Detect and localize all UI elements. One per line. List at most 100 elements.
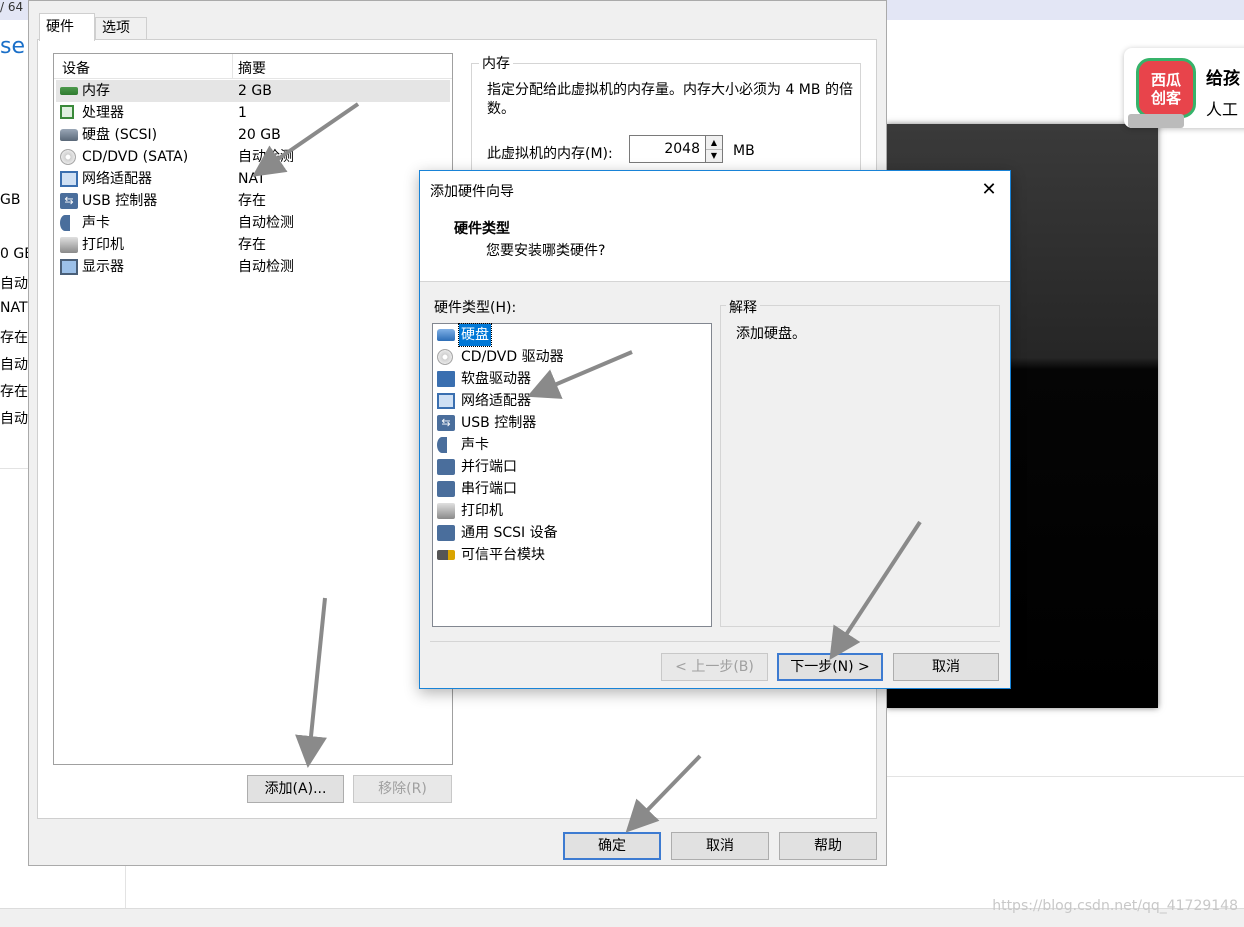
device-row-processor[interactable]: 处理器 1: [56, 102, 450, 124]
wizard-title-bar[interactable]: 添加硬件向导 ✕: [420, 171, 1010, 209]
tab-hardware[interactable]: 硬件: [39, 13, 95, 41]
hardware-type-label: 硬件类型(H):: [434, 300, 517, 316]
device-row-display[interactable]: 显示器 自动检测: [56, 256, 450, 278]
hardware-type-list[interactable]: 硬盘 CD/DVD 驱动器 软盘驱动器 网络适配器 ⇆ USB 控制器 声卡 并…: [432, 323, 712, 627]
cd-dvd-icon: [437, 349, 453, 365]
device-row-usb[interactable]: ⇆ USB 控制器 存在: [56, 190, 450, 212]
explanation-text: 添加硬盘。: [736, 326, 806, 342]
printer-icon: [437, 503, 455, 519]
hardware-type-label: 网络适配器: [461, 393, 531, 409]
device-summary: 自动检测: [238, 149, 294, 165]
background-left-text: NAT: [0, 300, 28, 316]
ok-button[interactable]: 确定: [563, 832, 661, 860]
device-list-header: 设备 摘要: [54, 54, 452, 79]
device-summary: 自动检测: [238, 215, 294, 231]
promo-tag: [1128, 114, 1184, 128]
device-name: 硬盘 (SCSI): [82, 127, 158, 143]
background-left-text: 存在: [0, 384, 28, 400]
memory-stepper[interactable]: ▲ ▼: [705, 135, 723, 163]
hardware-type-label: 通用 SCSI 设备: [461, 525, 558, 541]
remove-hardware-button[interactable]: 移除(R): [353, 775, 452, 803]
memory-group-title: 内存: [479, 53, 513, 73]
floppy-icon: [437, 371, 455, 387]
hardware-type-label: USB 控制器: [461, 415, 537, 431]
hardware-type-label: 声卡: [461, 437, 489, 453]
memory-input[interactable]: 2048: [629, 135, 707, 163]
hardware-type-label: 软盘驱动器: [461, 371, 531, 387]
column-separator[interactable]: [232, 54, 233, 78]
device-summary: 1: [238, 105, 247, 121]
tpm-icon: [437, 550, 455, 560]
processor-icon: [60, 105, 74, 119]
wizard-step-subtitle: 您要安装哪类硬件?: [486, 243, 606, 259]
device-row-memory[interactable]: 内存 2 GB: [56, 80, 450, 102]
hardware-type-label: 并行端口: [461, 459, 517, 475]
promo-title: 给孩: [1206, 69, 1240, 89]
cd-dvd-icon: [60, 149, 76, 165]
watermark: https://blog.csdn.net/qq_41729148: [992, 898, 1238, 914]
sound-card-icon: [60, 215, 70, 231]
promo-subtitle: 人工: [1206, 100, 1239, 119]
divider: [430, 641, 1000, 642]
memory-description: 指定分配给此虚拟机的内存量。内存大小必须为 4 MB 的倍数。: [487, 82, 853, 117]
device-name: 内存: [82, 83, 110, 99]
harddisk-icon: [437, 329, 455, 341]
network-adapter-icon: [60, 171, 78, 187]
hardware-type-label: 可信平台模块: [461, 547, 545, 563]
scsi-icon: [437, 525, 455, 541]
sound-card-icon: [437, 437, 447, 453]
device-summary: 20 GB: [238, 127, 281, 143]
device-list[interactable]: 设备 摘要 内存 2 GB 处理器 1 硬盘 (SCSI) 20 GB CD/D…: [53, 53, 453, 765]
divider: [0, 468, 28, 469]
device-summary: NAT: [238, 171, 266, 187]
next-button[interactable]: 下一步(N) >: [777, 653, 883, 681]
cancel-button[interactable]: 取消: [671, 832, 769, 860]
stepper-down-icon[interactable]: ▼: [706, 149, 722, 162]
device-summary: 存在: [238, 237, 266, 253]
printer-icon: [60, 237, 78, 253]
cancel-button[interactable]: 取消: [893, 653, 999, 681]
device-row-printer[interactable]: 打印机 存在: [56, 234, 450, 256]
divider: [125, 866, 126, 908]
background-left-text: 存在: [0, 330, 28, 346]
stepper-up-icon[interactable]: ▲: [706, 136, 722, 150]
explanation-group: [720, 305, 1000, 627]
device-summary: 2 GB: [238, 83, 272, 99]
memory-field-label: 此虚拟机的内存(M):: [487, 146, 613, 162]
hardware-type-label: 串行端口: [461, 481, 517, 497]
usb-icon: ⇆: [437, 415, 455, 431]
device-row-sound-card[interactable]: 声卡 自动检测: [56, 212, 450, 234]
device-name: 声卡: [82, 215, 110, 231]
explanation-title: 解释: [726, 297, 760, 317]
device-row-cd-dvd[interactable]: CD/DVD (SATA) 自动检测: [56, 146, 450, 168]
harddisk-icon: [60, 129, 78, 141]
tab-options[interactable]: 选项: [95, 17, 147, 39]
memory-icon: [60, 87, 78, 95]
parallel-port-icon: [437, 459, 455, 475]
add-hardware-wizard: 添加硬件向导 ✕ 硬件类型 您要安装哪类硬件? 硬件类型(H): 硬盘 CD/D…: [419, 170, 1011, 689]
add-hardware-button[interactable]: 添加(A)...: [247, 775, 344, 803]
column-header-device[interactable]: 设备: [62, 58, 90, 78]
device-row-network-adapter[interactable]: 网络适配器 NAT: [56, 168, 450, 190]
network-adapter-icon: [437, 393, 455, 409]
device-name: 处理器: [82, 105, 124, 121]
wizard-step-title: 硬件类型: [454, 221, 510, 237]
device-name: 打印机: [82, 237, 124, 253]
column-header-summary[interactable]: 摘要: [238, 58, 266, 78]
usb-icon: ⇆: [60, 193, 78, 209]
promo-card[interactable]: 西瓜 创客 给孩 人工: [1124, 48, 1244, 128]
close-icon[interactable]: ✕: [974, 175, 1004, 205]
device-name: USB 控制器: [82, 193, 158, 209]
promo-logo: 西瓜 创客: [1136, 58, 1196, 118]
device-row-harddisk[interactable]: 硬盘 (SCSI) 20 GB: [56, 124, 450, 146]
device-name: 显示器: [82, 259, 124, 275]
device-summary: 存在: [238, 193, 266, 209]
device-name: CD/DVD (SATA): [82, 149, 189, 165]
device-name: 网络适配器: [82, 171, 152, 187]
hardware-type-label: 打印机: [461, 503, 503, 519]
back-button[interactable]: < 上一步(B): [661, 653, 768, 681]
help-button[interactable]: 帮助: [779, 832, 877, 860]
background-left-column: GB 0 GE 自动检 NAT 存在 自动检 存在 自动检: [0, 0, 42, 926]
serial-port-icon: [437, 481, 455, 497]
wizard-title: 添加硬件向导: [430, 184, 514, 200]
